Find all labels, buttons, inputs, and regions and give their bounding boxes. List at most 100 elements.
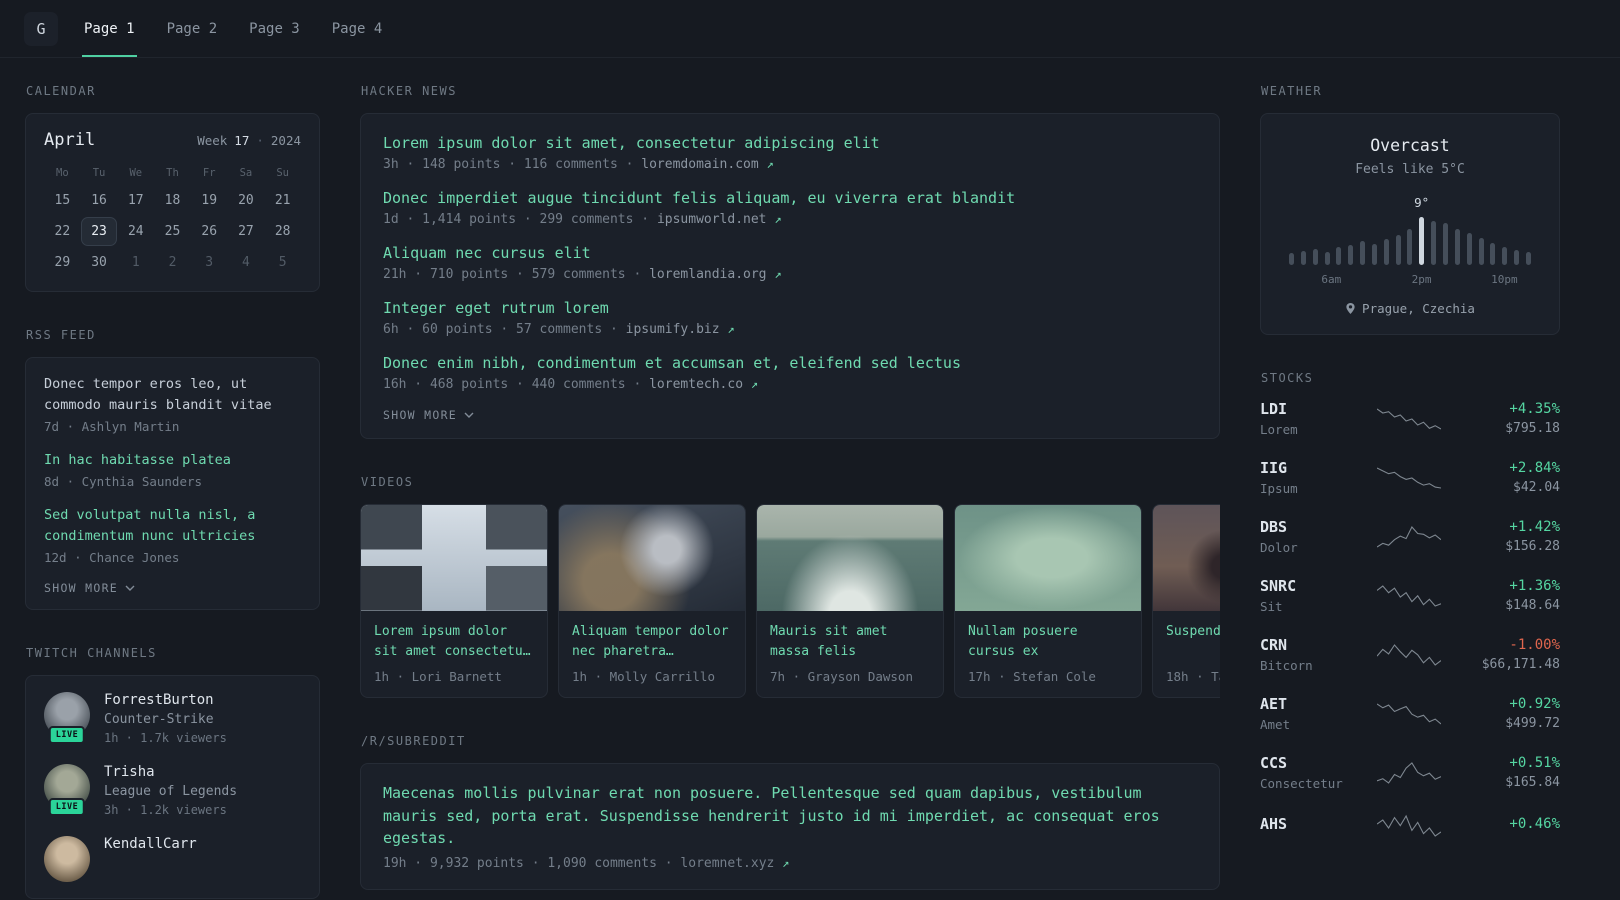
calendar-day: 16 [91,193,107,208]
calendar-day-header: Sa [239,167,253,179]
stock-row[interactable]: CRN Bitcorn -1.00% $66,171.48 [1260,636,1560,673]
weather-location-text: Prague, Czechia [1362,301,1475,316]
hn-domain-link[interactable]: ipsumify.biz [626,322,720,337]
weather-hour-bar [1431,221,1437,265]
twitch-channel-info: KendallCarr [104,836,197,852]
twitch-widget: TWITCH CHANNELS LIVE ForrestBurton Count… [25,646,320,899]
hn-domain-link[interactable]: loremdomain.com [641,157,758,172]
stock-row[interactable]: AHS +0.46% [1260,813,1560,839]
video-meta: 17h · Stefan Cole [968,669,1096,684]
calendar-month: April [44,130,96,150]
hn-item-meta: 21h · 710 points · 579 comments · loreml… [383,267,1197,282]
video-card-body: Suspendisse diam 18h · Tara [1153,611,1220,697]
separator-dot: · [256,133,264,148]
stock-change: +0.51% [1509,755,1560,771]
hn-meta-text: 3h · 148 points · 116 comments · [383,157,634,172]
rss-item-meta: 12d · Chance Jones [44,549,180,565]
video-meta: 18h · Tara [1166,669,1220,684]
twitch-channel-name[interactable]: KendallCarr [104,836,197,852]
stock-symbol: LDI [1260,400,1288,418]
twitch-category[interactable]: Counter-Strike [104,712,227,727]
weather-peak-temp: 9° [1414,195,1430,210]
reddit-domain-link[interactable]: loremnet.xyz [680,856,774,871]
video-title[interactable]: Aliquam tempor dolor nec pharetra… [572,622,732,661]
video-thumbnail[interactable] [955,505,1141,611]
rss-item-title[interactable]: Donec tempor eros leo, ut commodo mauris… [44,374,301,416]
video-meta: 7h · Grayson Dawson [770,669,913,684]
video-card: Nullam posuere cursus ex 17h · Stefan Co… [954,504,1142,698]
weather-hour-bar [1478,238,1484,265]
video-thumbnail[interactable] [361,505,547,611]
stock-sparkline [1354,524,1464,550]
stock-id: LDI Lorem [1260,400,1354,437]
stock-symbol: CCS [1260,754,1288,772]
twitch-channel-name[interactable]: ForrestBurton [104,692,227,708]
calendar-header: April Week 17 · 2024 [44,130,301,150]
tab-page-4[interactable]: Page 4 [330,0,385,57]
rss-show-more-button[interactable]: SHOW MORE [44,581,135,595]
calendar-card: April Week 17 · 2024 Mo Tu We Th Fr Sa Su 15 16 1… [25,113,320,292]
rss-item-title[interactable]: Sed volutpat nulla nisl, a condimentum n… [44,505,301,547]
rss-item-meta: 7d · Ashlyn Martin [44,418,180,434]
video-card-body: Mauris sit amet massa felis 7h · Grayson… [757,611,943,697]
tab-page-2[interactable]: Page 2 [165,0,220,57]
stock-row[interactable]: IIG Ipsum +2.84% $42.04 [1260,459,1560,496]
stock-row[interactable]: LDI Lorem +4.35% $795.18 [1260,400,1560,437]
calendar-day: 27 [238,224,254,239]
twitch-category[interactable]: League of Legends [104,784,237,799]
stock-name: Dolor [1260,540,1298,555]
avatar[interactable] [44,835,90,882]
video-title[interactable]: Nullam posuere cursus ex [968,622,1128,661]
hn-domain-link[interactable]: loremlandia.org [649,267,766,282]
twitch-avatar-wrap [44,835,90,882]
calendar-day-header: Th [166,167,179,179]
hn-domain-link[interactable]: loremtech.co [649,377,743,392]
tab-page-3[interactable]: Page 3 [247,0,302,57]
stock-row[interactable]: CCS Consectetur +0.51% $165.84 [1260,754,1560,791]
hn-show-more-button[interactable]: SHOW MORE [383,408,474,422]
external-link-icon: ↗ [727,322,735,336]
hn-item-title[interactable]: Integer eget rutrum lorem [383,298,1197,319]
video-title[interactable]: Mauris sit amet massa felis [770,622,930,661]
rss-item-title[interactable]: In hac habitasse platea [44,450,301,471]
video-title[interactable]: Suspendisse diam [1166,622,1220,661]
hn-meta-text: 1d · 1,414 points · 299 comments · [383,212,650,227]
video-thumbnail[interactable] [757,505,943,611]
twitch-avatar-wrap: LIVE [44,763,90,816]
video-card: Mauris sit amet massa felis 7h · Grayson… [756,504,944,698]
video-card-body: Aliquam tempor dolor nec pharetra… 1h · … [559,611,745,697]
stocks-widget: STOCKS LDI Lorem +4.35% $795.18 IIG Ipsu… [1260,371,1560,839]
rss-widget: RSS FEED Donec tempor eros leo, ut commo… [25,328,320,610]
stock-row[interactable]: AET Amet +0.92% $499.72 [1260,695,1560,732]
weather-hour-bar [1300,251,1306,265]
twitch-channel-name[interactable]: Trisha [104,764,237,780]
weather-condition: Overcast [1370,136,1450,155]
tab-page-1[interactable]: Page 1 [82,0,137,57]
calendar-widget: CALENDAR April Week 17 · 2024 Mo Tu We Th Fr… [25,84,320,292]
video-thumbnail[interactable] [1153,505,1220,611]
hn-item-meta: 1d · 1,414 points · 299 comments · ipsum… [383,212,1197,227]
video-title[interactable]: Lorem ipsum dolor sit amet consectetu… [374,622,534,661]
reddit-post-title[interactable]: Maecenas mollis pulvinar erat non posuer… [383,782,1197,850]
stock-values: +1.42% $156.28 [1464,519,1560,554]
stock-id: IIG Ipsum [1260,459,1354,496]
chevron-down-icon [125,585,135,591]
hn-item: Donec imperdiet augue tincidunt felis al… [383,188,1197,227]
hn-domain-link[interactable]: ipsumworld.net [657,212,767,227]
weather-feels-like: Feels like 5°C [1355,162,1465,177]
stock-row[interactable]: DBS Dolor +1.42% $156.28 [1260,518,1560,555]
weather-hour-bar [1466,233,1472,265]
stock-sparkline [1354,583,1464,609]
calendar-day: 18 [164,193,181,208]
hn-item-title[interactable]: Donec enim nibh, condimentum et accumsan… [383,353,1197,374]
widget-title-twitch: TWITCH CHANNELS [26,645,157,660]
hn-meta-text: 16h · 468 points · 440 comments · [383,377,642,392]
videos-widget: VIDEOS Lorem ipsum dolor sit amet consec… [360,475,1220,698]
hn-item-title[interactable]: Donec imperdiet augue tincidunt felis al… [383,188,1197,209]
hn-item-title[interactable]: Lorem ipsum dolor sit amet, consectetur … [383,133,1197,154]
hn-item-title[interactable]: Aliquam nec cursus elit [383,243,1197,264]
weather-hour-bar [1348,245,1354,265]
stock-row[interactable]: SNRC Sit +1.36% $148.64 [1260,577,1560,614]
video-thumbnail[interactable] [559,505,745,611]
calendar-day: 30 [91,255,107,270]
